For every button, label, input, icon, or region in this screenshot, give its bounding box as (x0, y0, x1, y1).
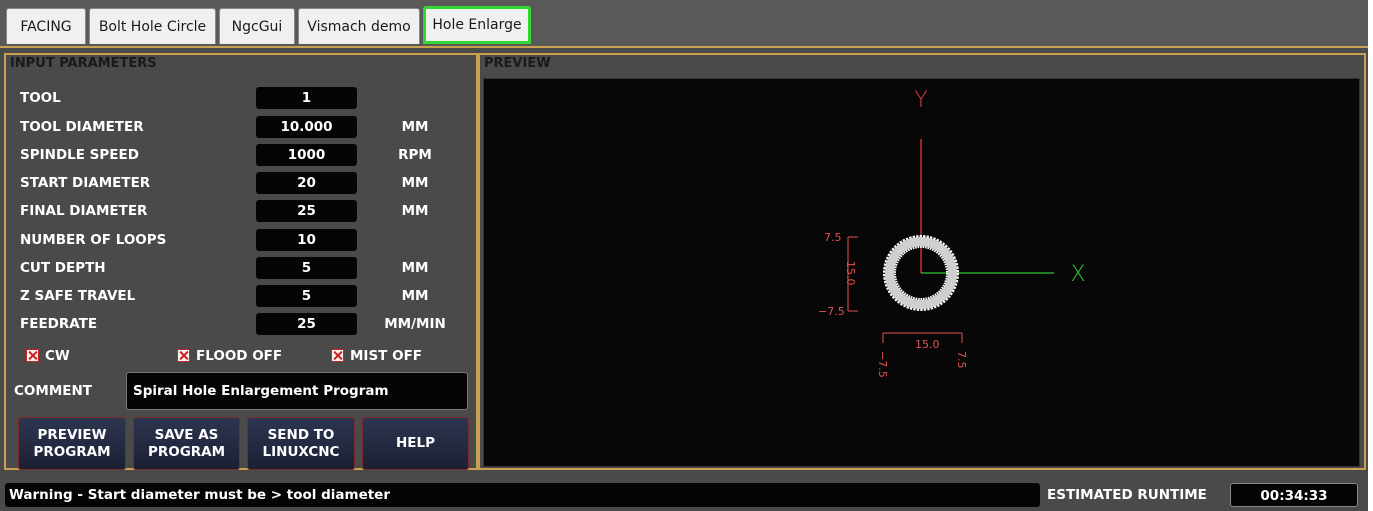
cw-checkbox[interactable]: CW (26, 346, 70, 366)
y-bottom-label: −7.5 (818, 305, 845, 318)
param-unit-spindle-speed: RPM (398, 147, 432, 163)
param-unit-feedrate: MM/MIN (384, 316, 446, 332)
param-label-spindle-speed: SPINDLE SPEED (20, 147, 139, 163)
tab-vismach-demo[interactable]: Vismach demo (298, 8, 420, 44)
param-value-start-diameter[interactable]: 20 (256, 172, 357, 194)
tab-ngcgui[interactable]: NgcGui (219, 8, 295, 44)
param-label-cut-depth: CUT DEPTH (20, 260, 106, 276)
flood-label: FLOOD OFF (196, 348, 283, 364)
x-left-label: −7.5 (876, 351, 889, 378)
preview-program-button[interactable]: PREVIEW PROGRAM (18, 417, 126, 470)
warning-message: Warning - Start diameter must be > tool … (5, 483, 1040, 507)
y-axis-label: Y (914, 88, 927, 113)
param-unit-final-diameter: MM (401, 203, 429, 219)
comment-field[interactable]: Spiral Hole Enlargement Program (126, 372, 468, 410)
checkbox-checked-icon (177, 349, 190, 362)
param-value-final-diameter[interactable]: 25 (256, 200, 357, 222)
input-parameters-title: INPUT PARAMETERS (10, 56, 157, 71)
param-label-number-of-loops: NUMBER OF LOOPS (20, 232, 167, 248)
param-unit-number-of-loops (370, 229, 460, 251)
flood-checkbox[interactable]: FLOOD OFF (177, 346, 282, 366)
param-unit-tool-diameter: MM (401, 119, 429, 135)
send-to-linuxcnc-button[interactable]: SEND TO LINUXCNC (247, 417, 355, 470)
tab-bar: FACING Bolt Hole Circle NgcGui Vismach d… (0, 0, 1368, 48)
save-as-program-button[interactable]: SAVE AS PROGRAM (133, 417, 240, 470)
y-top-label: 7.5 (824, 231, 842, 244)
help-button[interactable]: HELP (362, 417, 469, 470)
tab-bolt-hole-circle[interactable]: Bolt Hole Circle (89, 8, 216, 44)
param-value-number-of-loops[interactable]: 10 (256, 229, 357, 251)
param-unit-tool (370, 87, 460, 109)
x-axis-label: X (1070, 262, 1085, 287)
param-value-cut-depth[interactable]: 5 (256, 257, 357, 279)
param-value-feedrate[interactable]: 25 (256, 313, 357, 335)
mist-label: MIST OFF (350, 348, 423, 364)
param-unit-start-diameter: MM (401, 175, 429, 191)
checkbox-checked-icon (331, 349, 344, 362)
param-label-feedrate: FEEDRATE (20, 316, 98, 332)
param-label-final-diameter: FINAL DIAMETER (20, 203, 148, 219)
comment-label: COMMENT (14, 383, 92, 399)
estimated-runtime-value: 00:34:33 (1230, 483, 1358, 507)
preview-canvas[interactable]: Y X 7.5 −7.5 15.0 15.0 −7.5 7.5 (483, 78, 1360, 467)
param-value-tool-diameter[interactable]: 10.000 (256, 116, 357, 138)
status-bar: Warning - Start diameter must be > tool … (0, 478, 1368, 511)
param-label-tool: TOOL (20, 90, 61, 106)
checkbox-checked-icon (26, 349, 39, 362)
x-right-label: 7.5 (955, 351, 968, 369)
param-value-spindle-speed[interactable]: 1000 (256, 144, 357, 166)
param-label-z-safe-travel: Z SAFE TRAVEL (20, 288, 136, 304)
preview-drawing: Y X 7.5 −7.5 15.0 15.0 −7.5 7.5 (818, 88, 1086, 378)
tab-facing[interactable]: FACING (6, 8, 86, 44)
param-label-tool-diameter: TOOL DIAMETER (20, 119, 144, 135)
hole-enlarge-app: FACING Bolt Hole Circle NgcGui Vismach d… (0, 0, 1368, 511)
param-value-tool[interactable]: 1 (256, 87, 357, 109)
cw-label: CW (45, 348, 70, 364)
estimated-runtime-label: ESTIMATED RUNTIME (1047, 487, 1207, 503)
mist-checkbox[interactable]: MIST OFF (331, 346, 422, 366)
param-value-z-safe-travel[interactable]: 5 (256, 285, 357, 307)
preview-title: PREVIEW (484, 56, 551, 71)
height-dimension-label: 15.0 (844, 261, 857, 286)
param-unit-z-safe-travel: MM (401, 288, 429, 304)
tab-hole-enlarge[interactable]: Hole Enlarge (423, 6, 531, 44)
width-dimension-label: 15.0 (915, 338, 940, 351)
param-unit-cut-depth: MM (401, 260, 429, 276)
param-label-start-diameter: START DIAMETER (20, 175, 151, 191)
